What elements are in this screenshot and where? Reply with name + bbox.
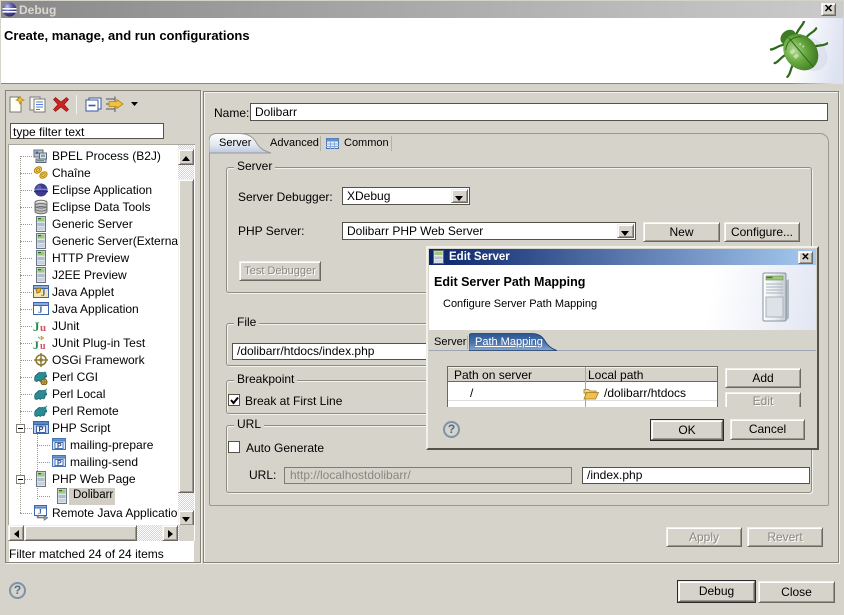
svg-text:J: J xyxy=(41,288,46,298)
svg-text:u: u xyxy=(40,341,46,351)
svg-text:J: J xyxy=(33,319,40,334)
svg-text:J: J xyxy=(38,507,42,516)
svg-text:P: P xyxy=(57,460,62,467)
svg-text:J: J xyxy=(33,338,39,351)
svg-text:P: P xyxy=(39,425,44,434)
svg-text:J: J xyxy=(38,305,43,315)
svg-text:P: P xyxy=(57,443,62,450)
svg-text:u: u xyxy=(40,322,46,334)
